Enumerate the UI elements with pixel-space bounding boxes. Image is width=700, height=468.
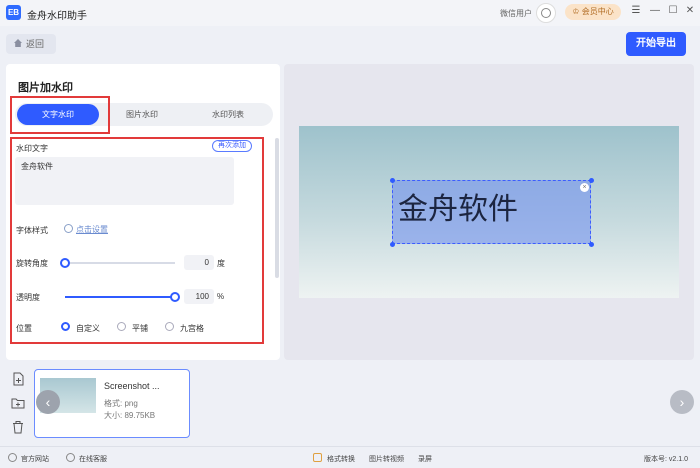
watermark-text-input[interactable]: 金舟软件 (15, 157, 234, 205)
screen-record-link[interactable]: 录屏 (418, 454, 432, 464)
resize-handle-bl[interactable] (390, 242, 395, 247)
vip-center-label: 会员中心 (581, 7, 614, 16)
crown-icon: ♔ (572, 7, 582, 16)
radio-custom[interactable] (61, 322, 70, 331)
rotation-slider-track[interactable] (65, 262, 175, 264)
watermark-preview-text: 金舟软件 (398, 192, 518, 227)
font-style-label: 字体样式 (16, 226, 48, 235)
add-folder-icon[interactable] (11, 396, 25, 410)
file-name: Screenshot ... (104, 381, 160, 391)
gear-icon (64, 224, 73, 233)
radio-grid[interactable] (165, 322, 174, 331)
watermark-close-icon[interactable]: × (580, 183, 589, 192)
next-arrow-icon[interactable]: › (670, 390, 694, 414)
file-format: 格式: png (104, 399, 138, 408)
tab-image-watermark[interactable]: 图片水印 (110, 103, 174, 126)
font-style-link[interactable]: 点击设置 (76, 224, 108, 235)
file-size: 大小: 89.75KB (104, 411, 156, 420)
opacity-unit: % (217, 292, 225, 301)
app-logo: EB (6, 5, 21, 20)
panel-scrollbar[interactable] (275, 138, 279, 278)
rotation-input[interactable]: 0 (184, 255, 214, 270)
radio-tile-label: 平铺 (132, 324, 148, 333)
vip-center-button[interactable]: ♔ 会员中心 (565, 4, 621, 20)
opacity-input[interactable]: 100 (184, 289, 214, 304)
readd-button[interactable]: 再次添加 (212, 140, 252, 152)
radio-grid-label: 九宫格 (180, 324, 204, 333)
opacity-slider-thumb[interactable] (170, 292, 180, 302)
maximize-icon[interactable]: ☐ (666, 5, 680, 16)
resize-handle-br[interactable] (589, 242, 594, 247)
position-label: 位置 (16, 324, 32, 333)
minimize-icon[interactable]: — (648, 5, 662, 16)
resize-handle-tr[interactable] (589, 178, 594, 183)
rotation-unit: 度 (217, 259, 225, 268)
watermark-text-label: 水印文字 (16, 144, 48, 153)
panel-title: 图片加水印 (18, 82, 73, 94)
rotation-slider-thumb[interactable] (60, 258, 70, 268)
highlight-box-tab (10, 96, 110, 134)
version-label: 版本号: v2.1.0 (644, 456, 688, 463)
user-name[interactable]: 微信用户 (500, 8, 532, 19)
opacity-label: 透明度 (16, 293, 40, 302)
img-to-video-link[interactable]: 图片转视频 (369, 454, 404, 464)
footer-divider (0, 446, 700, 447)
rotation-label: 旋转角度 (16, 259, 48, 268)
convert-icon (313, 453, 322, 462)
radio-custom-label: 自定义 (76, 324, 100, 333)
avatar-face-icon (541, 8, 551, 18)
app-title: 金舟水印助手 (27, 11, 87, 22)
website-icon (8, 453, 17, 462)
avatar[interactable] (536, 3, 556, 23)
website-link[interactable]: 官方网站 (21, 454, 49, 464)
format-convert-link[interactable]: 格式转换 (327, 454, 355, 464)
add-file-icon[interactable] (11, 372, 25, 386)
trash-icon[interactable] (11, 420, 25, 434)
support-link[interactable]: 在线客服 (79, 454, 107, 464)
opacity-slider-fill (65, 296, 175, 298)
home-icon (14, 39, 22, 47)
resize-handle-tl[interactable] (390, 178, 395, 183)
headset-icon (66, 453, 75, 462)
tab-watermark-list[interactable]: 水印列表 (196, 103, 260, 126)
back-button[interactable]: 返回 (6, 34, 56, 54)
prev-arrow-icon[interactable]: ‹ (36, 390, 60, 414)
export-button[interactable]: 开始导出 (626, 32, 686, 56)
back-label: 返回 (26, 39, 45, 49)
close-icon[interactable]: ✕ (683, 5, 697, 16)
menu-icon[interactable]: ☰ (629, 5, 643, 16)
radio-tile[interactable] (117, 322, 126, 331)
